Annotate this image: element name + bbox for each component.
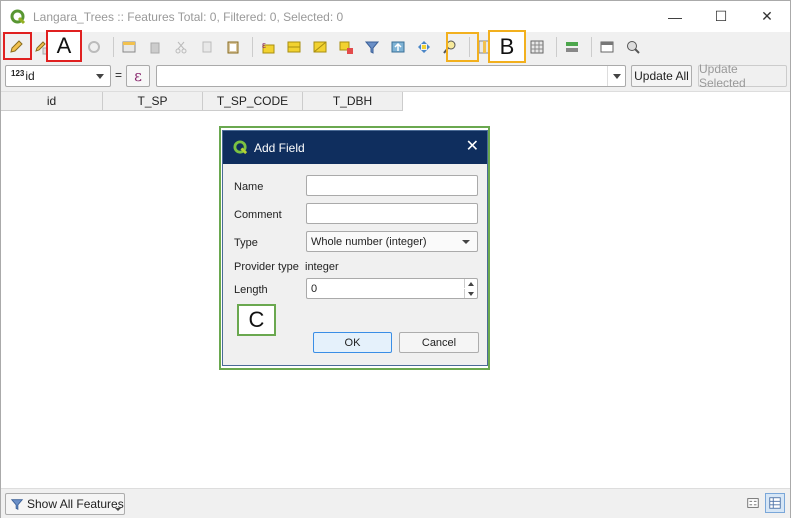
deselect-all-button[interactable] [335,36,357,58]
select-by-expression-button[interactable]: ε [257,36,279,58]
cancel-button[interactable]: Cancel [399,332,479,353]
actions-icon [627,41,640,54]
select-all-icon [287,41,301,53]
provider-type-value: integer [305,261,339,273]
column-header-t-sp-code[interactable]: T_SP_CODE [203,92,303,111]
field-calculator-button[interactable] [526,36,548,58]
comment-label: Comment [234,209,282,221]
select-all-button[interactable] [283,36,305,58]
column-header-t-sp[interactable]: T_SP [103,92,203,111]
expression-input[interactable] [156,65,626,87]
title-bar: Langara_Trees :: Features Total: 0, Filt… [1,1,790,32]
form-view-button[interactable] [743,493,763,513]
ok-button[interactable]: OK [313,332,392,353]
reload-icon [88,41,100,53]
show-all-features-button[interactable]: Show All Features [5,493,125,515]
filter-selected-button[interactable] [361,36,383,58]
qgis-logo-icon [233,140,248,155]
maximize-button[interactable]: ☐ [698,1,744,32]
field-selector[interactable]: 123 id [5,65,111,87]
chevron-down-icon [462,240,470,244]
show-all-features-label: Show All Features [27,497,124,511]
dialog-title-bar: Add Field ✕ [223,131,487,164]
expression-select-icon: ε [262,40,275,54]
column-header-id[interactable]: id [1,92,103,111]
annotation-b-highlight [446,32,479,62]
move-to-top-icon [391,41,405,53]
comment-field[interactable] [306,203,478,224]
form-view-icon [747,498,759,508]
filter-icon [10,499,24,510]
dialog-title: Add Field [254,140,305,155]
copy-button[interactable] [196,36,218,58]
provider-type-label: Provider type [234,261,299,273]
cut-button[interactable] [170,36,192,58]
table-header: id T_SP T_SP_CODE T_DBH [1,92,403,111]
qgis-logo-icon [10,9,26,24]
length-label: Length [234,284,268,296]
column-header-t-dbh[interactable]: T_DBH [303,92,403,111]
annotation-a-label: A [46,30,82,62]
toolbar-separator [556,37,557,57]
window-title: Langara_Trees :: Features Total: 0, Filt… [33,9,344,24]
chevron-down-icon[interactable] [607,66,625,86]
equals-label: = [115,68,123,82]
update-selected-button[interactable]: Update Selected [698,62,787,90]
length-value: 0 [311,282,318,295]
close-button[interactable]: ✕ [744,1,790,32]
type-select[interactable]: Whole number (integer) [306,231,478,252]
deselect-icon [339,41,353,54]
chevron-down-icon [96,74,104,79]
field-update-bar: 123 id = ε Update All Update Selected [1,62,790,91]
chevron-down-icon [115,508,121,511]
integer-type-icon: 123 [11,68,25,78]
length-spinbox[interactable]: 0 [306,278,478,299]
expression-builder-button[interactable]: ε [126,65,150,87]
reload-button[interactable] [83,36,105,58]
pan-to-selection-button[interactable] [413,36,435,58]
toolbar-separator [591,37,592,57]
minimize-button[interactable]: — [652,1,698,32]
cut-icon [175,41,187,54]
paste-icon [227,41,239,54]
conditional-formatting-button[interactable] [561,36,583,58]
name-field[interactable] [306,175,478,196]
toolbar-separator [252,37,253,57]
invert-selection-icon [313,41,327,53]
delete-feature-icon [150,42,160,54]
type-label: Type [234,237,258,249]
add-feature-icon [122,41,136,53]
pan-to-selection-icon [418,41,430,53]
spin-up-icon[interactable] [464,279,477,288]
actions-button[interactable] [622,36,644,58]
copy-icon [202,41,212,53]
table-view-button[interactable] [765,493,785,513]
toolbar: ε [1,32,790,62]
delete-feature-button[interactable] [144,36,166,58]
annotation-b-label: B [488,30,526,63]
invert-selection-button[interactable] [309,36,331,58]
field-calculator-icon [530,40,544,54]
dock-icon [600,41,614,53]
dock-button[interactable] [596,36,618,58]
toolbar-separator [113,37,114,57]
table-view-icon [769,497,781,509]
annotation-a-highlight [3,32,32,60]
annotation-c-label: C [237,304,276,336]
update-all-button[interactable]: Update All [631,65,692,87]
field-selector-value: id [25,69,35,83]
name-label: Name [234,181,264,193]
add-feature-button[interactable] [118,36,140,58]
status-bar: Show All Features [1,488,790,518]
move-selection-to-top-button[interactable] [387,36,409,58]
svg-text:ε: ε [262,40,266,50]
type-select-value: Whole number (integer) [311,235,427,248]
close-icon[interactable]: ✕ [466,139,479,155]
spin-down-icon[interactable] [464,289,477,298]
conditional-format-icon [566,42,578,52]
filter-icon [364,41,380,54]
paste-button[interactable] [222,36,244,58]
